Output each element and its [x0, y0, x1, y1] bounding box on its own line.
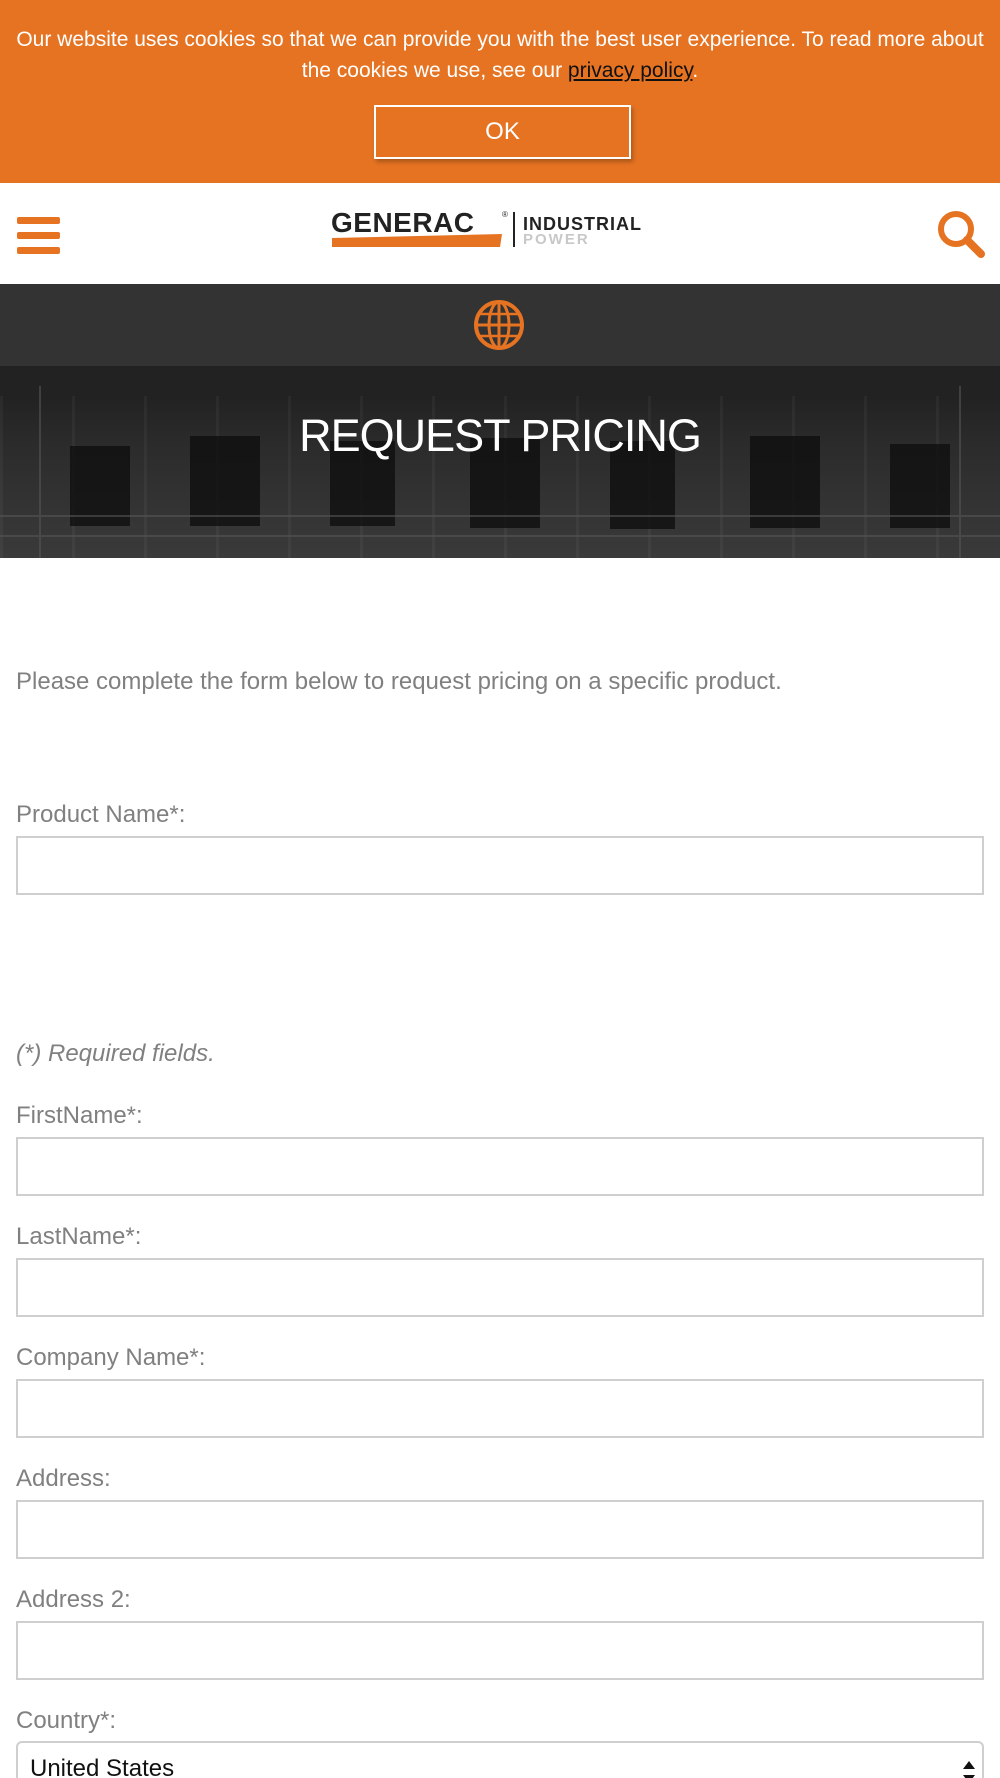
address-2-input[interactable]	[16, 1621, 984, 1680]
site-header: GENERAC ® INDUSTRIAL POWER	[0, 183, 1000, 284]
first-name-label: FirstName*:	[16, 1102, 143, 1129]
svg-text:®: ®	[502, 210, 508, 219]
product-name-label: Product Name*:	[16, 801, 186, 828]
privacy-policy-link[interactable]: privacy policy	[568, 59, 692, 82]
search-icon[interactable]	[936, 209, 986, 259]
language-bar	[0, 284, 1000, 366]
last-name-label: LastName*:	[16, 1223, 142, 1250]
address-label: Address:	[16, 1465, 111, 1492]
company-name-input[interactable]	[16, 1379, 984, 1438]
address-input[interactable]	[16, 1500, 984, 1559]
country-select-value: United States	[30, 1755, 175, 1778]
page-title: REQUEST PRICING	[299, 410, 702, 461]
select-arrows-icon	[963, 1761, 975, 1778]
last-name-input[interactable]	[16, 1258, 984, 1317]
form-intro: Please complete the form below to reques…	[16, 668, 782, 695]
first-name-input[interactable]	[16, 1137, 984, 1196]
hero-banner: REQUEST PRICING	[0, 366, 1000, 558]
required-fields-note: (*) Required fields.	[16, 1040, 215, 1067]
generac-industrial-power-logo[interactable]: GENERAC ® INDUSTRIAL POWER	[330, 207, 675, 253]
country-label: Country*:	[16, 1707, 117, 1734]
cookie-message: Our website uses cookies so that we can …	[10, 24, 990, 86]
svg-text:GENERAC: GENERAC	[331, 207, 475, 238]
cookie-ok-button[interactable]: OK	[374, 105, 631, 159]
globe-icon[interactable]	[473, 299, 525, 351]
cookie-banner: Our website uses cookies so that we can …	[0, 0, 1000, 183]
country-select[interactable]: United States	[16, 1741, 984, 1778]
svg-text:POWER: POWER	[523, 231, 590, 248]
hamburger-menu-icon[interactable]	[17, 217, 60, 255]
hero-background-image	[0, 366, 1000, 558]
cookie-message-end: .	[692, 59, 699, 82]
cookie-message-text: Our website uses cookies so that we can …	[16, 28, 984, 82]
product-name-input[interactable]	[16, 836, 984, 895]
company-name-label: Company Name*:	[16, 1344, 206, 1371]
address-2-label: Address 2:	[16, 1586, 131, 1613]
